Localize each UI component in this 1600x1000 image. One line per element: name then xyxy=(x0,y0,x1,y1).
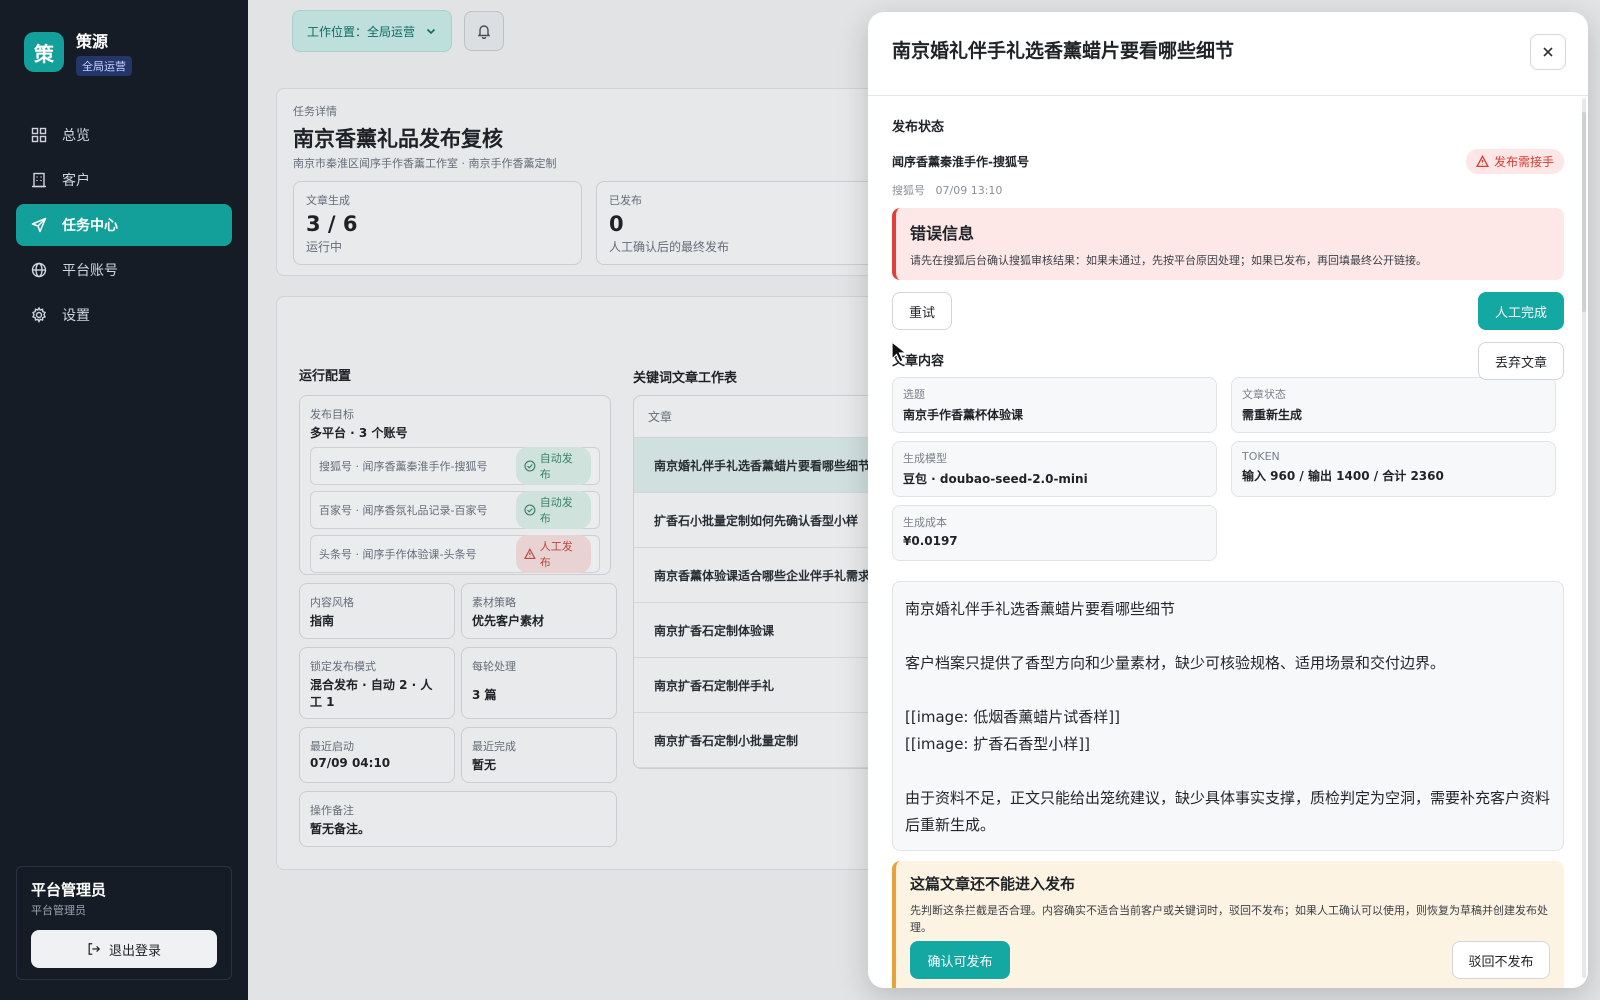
notice-title: 这篇文章还不能进入发布 xyxy=(910,875,1076,893)
modal-header: 南京婚礼伴手礼选香薰蜡片要看哪些细节 xyxy=(868,12,1588,96)
close-icon xyxy=(1543,47,1553,57)
error-alert: 错误信息 请先在搜狐后台确认搜狐审核结果：如果未通过，先按平台原因处理；如果已发… xyxy=(892,208,1564,280)
sidebar-nav: 总览 客户 任务中心 平台账号 设置 xyxy=(16,114,232,339)
reject-publish-button[interactable]: 驳回不发布 xyxy=(1452,941,1550,979)
meta-cell-topic: 选题 南京手作香薰杯体验课 xyxy=(892,377,1217,433)
globe-icon xyxy=(30,261,48,279)
sidebar-item-clients[interactable]: 客户 xyxy=(16,159,232,201)
user-card: 平台管理员 平台管理员 退出登录 xyxy=(16,866,232,980)
send-icon xyxy=(30,216,48,234)
sidebar-item-settings[interactable]: 设置 xyxy=(16,294,232,336)
dashboard-grid-icon xyxy=(30,126,48,144)
sidebar-item-task-center[interactable]: 任务中心 xyxy=(16,204,232,246)
meta-cell-token: TOKEN 输入 960 / 输出 1400 / 合计 2360 xyxy=(1231,441,1556,497)
publish-time: 07/09 13:10 xyxy=(935,184,1003,197)
brand: 策 策源 全局运营 xyxy=(24,28,132,76)
publish-meta: 搜狐号 07/09 13:10 xyxy=(892,182,1564,198)
article-image-placeholder: [[image: 低烟香薰蜡片试香样]] xyxy=(905,708,1120,726)
mouse-cursor-icon xyxy=(891,340,908,363)
notice-text: 先判断这条拦截是否合理。内容确实不适合当前客户或关键词时，驳回不发布；如果人工确… xyxy=(910,904,1548,934)
logout-icon xyxy=(88,943,101,955)
close-button[interactable] xyxy=(1530,34,1566,70)
sidebar-item-label: 平台账号 xyxy=(62,263,118,279)
retry-button[interactable]: 重试 xyxy=(892,292,952,330)
sidebar-item-label: 设置 xyxy=(62,308,90,324)
status-badge: 发布需接手 xyxy=(1465,149,1564,174)
error-text: 请先在搜狐后台确认搜狐审核结果：如果未通过，先按平台原因处理；如果已发布，再回填… xyxy=(910,254,1427,267)
meta-cell-model: 生成模型 豆包 · doubao-seed-2.0-mini xyxy=(892,441,1217,497)
article-content-label: 文章内容 xyxy=(892,354,945,369)
warning-triangle-icon xyxy=(1475,155,1489,168)
meta-cell-article-status: 文章状态 需重新生成 xyxy=(1231,377,1556,433)
sidebar: 策 策源 全局运营 总览 客户 任务中心 平台账号 设置 平台管理员 平台管理员… xyxy=(0,0,248,1000)
publish-status-label: 发布状态 xyxy=(892,120,945,135)
article-detail-modal: 南京婚礼伴手礼选香薰蜡片要看哪些细节 发布状态 闻序香薰秦淮手作-搜狐号 发布需… xyxy=(868,12,1588,988)
article-meta-grid: 选题 南京手作香薰杯体验课 文章状态 需重新生成 生成模型 豆包 · douba… xyxy=(892,377,1564,561)
confirm-publish-button[interactable]: 确认可发布 xyxy=(910,941,1010,979)
sidebar-item-label: 客户 xyxy=(62,173,90,189)
sidebar-item-overview[interactable]: 总览 xyxy=(16,114,232,156)
brand-name: 策源 xyxy=(76,32,109,51)
logout-label: 退出登录 xyxy=(108,943,161,959)
meta-cell-cost: 生成成本 ¥0.0197 xyxy=(892,505,1217,561)
building-icon xyxy=(30,171,48,189)
scrollbar-thumb[interactable] xyxy=(1582,112,1586,312)
article-paragraph: 由于资料不足，正文只能给出笼统建议，缺少具体事实支撑，质检判定为空洞，需要补充客… xyxy=(905,789,1551,834)
gear-icon xyxy=(30,306,48,324)
sidebar-item-label: 总览 xyxy=(62,128,90,144)
publish-platform: 搜狐号 xyxy=(892,184,925,197)
logout-button[interactable]: 退出登录 xyxy=(31,930,217,968)
user-role: 平台管理员 xyxy=(31,904,86,917)
manual-complete-button[interactable]: 人工完成 xyxy=(1478,292,1564,330)
modal-body: 发布状态 闻序香薰秦淮手作-搜狐号 发布需接手 搜狐号 07/09 13:10 … xyxy=(892,108,1564,988)
article-paragraph: 客户档案只提供了香型方向和少量素材，缺少可核验规格、适用场景和交付边界。 xyxy=(905,654,1446,672)
modal-title: 南京婚礼伴手礼选香薰蜡片要看哪些细节 xyxy=(892,40,1235,62)
error-title: 错误信息 xyxy=(910,224,975,243)
article-image-placeholder: [[image: 扩香石香型小样]] xyxy=(905,735,1090,753)
brand-logo: 策 xyxy=(24,32,64,72)
sidebar-item-label: 任务中心 xyxy=(62,218,118,234)
user-name: 平台管理员 xyxy=(31,881,107,899)
publish-blocked-notice: 这篇文章还不能进入发布 先判断这条拦截是否合理。内容确实不适合当前客户或关键词时… xyxy=(892,861,1564,988)
article-title: 南京婚礼伴手礼选香薰蜡片要看哪些细节 xyxy=(905,600,1176,618)
workspace-badge: 全局运营 xyxy=(76,56,132,76)
article-body: 南京婚礼伴手礼选香薰蜡片要看哪些细节 客户档案只提供了香型方向和少量素材，缺少可… xyxy=(892,581,1564,851)
sidebar-item-platform-accounts[interactable]: 平台账号 xyxy=(16,249,232,291)
publish-account: 闻序香薰秦淮手作-搜狐号 xyxy=(892,155,1029,169)
